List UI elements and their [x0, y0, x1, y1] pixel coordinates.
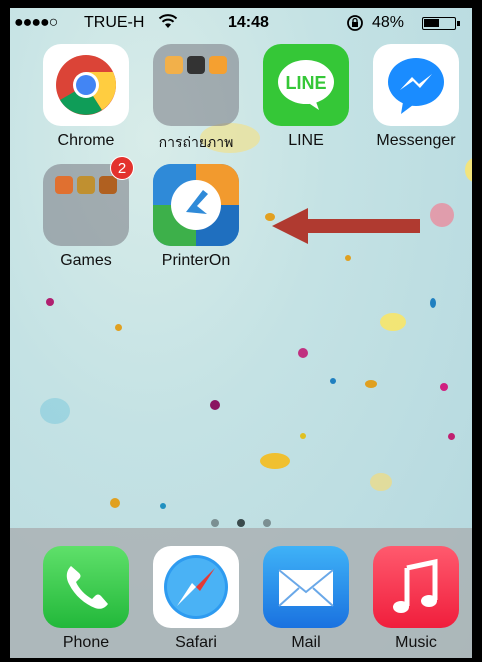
app-label: Mail: [291, 634, 321, 651]
app-label: PrinterOn: [161, 252, 231, 269]
app-label: Chrome: [57, 132, 115, 149]
mini-app-icon: [77, 176, 95, 194]
signal-strength: ●●●●○: [14, 14, 58, 31]
app-label: Safari: [175, 634, 217, 651]
phone-icon: [43, 546, 129, 628]
chrome-icon: [43, 44, 129, 126]
app-chrome[interactable]: Chrome: [36, 44, 136, 150]
app-line[interactable]: LINE LINE: [256, 44, 356, 150]
wifi-icon: [158, 12, 178, 35]
printeron-icon: [153, 164, 239, 246]
device-frame: ●●●●○ TRUE-H 14:48 48% Chrome การถ่ายภาพ…: [0, 0, 482, 662]
page-dot-active[interactable]: [237, 519, 245, 527]
line-logo-text: LINE: [285, 73, 326, 93]
home-screen: ●●●●○ TRUE-H 14:48 48% Chrome การถ่ายภาพ…: [10, 8, 472, 658]
battery-icon: [422, 17, 460, 30]
app-label: Games: [60, 252, 112, 269]
mini-app-icon: [187, 56, 205, 74]
folder-games[interactable]: 2 Games: [36, 156, 136, 270]
music-icon: [373, 546, 459, 628]
app-mail[interactable]: Mail: [256, 546, 356, 652]
mini-app-icon: [165, 56, 183, 74]
app-safari[interactable]: Safari: [146, 546, 246, 652]
status-bar: ●●●●○ TRUE-H 14:48 48%: [10, 8, 472, 38]
app-messenger[interactable]: Messenger: [366, 44, 466, 150]
app-label: การถ่ายภาพ: [158, 134, 234, 150]
app-label: Music: [395, 634, 437, 651]
messenger-icon: [373, 44, 459, 126]
app-label: Phone: [62, 634, 110, 651]
app-music[interactable]: Music: [366, 546, 466, 652]
folder-icon: [153, 44, 239, 126]
mini-app-icon: [55, 176, 73, 194]
mail-icon: [263, 546, 349, 628]
dock: Phone Safari Mail Music: [10, 528, 472, 658]
app-printeron[interactable]: PrinterOn: [146, 164, 246, 270]
clock: 14:48: [228, 14, 269, 31]
safari-icon: [153, 546, 239, 628]
page-dot[interactable]: [263, 519, 271, 527]
app-phone[interactable]: Phone: [36, 546, 136, 652]
line-icon: LINE: [263, 44, 349, 126]
folder-photography[interactable]: การถ่ายภาพ: [146, 44, 246, 154]
pointer-arrow: [272, 208, 420, 244]
page-dot[interactable]: [211, 519, 219, 527]
notification-badge: 2: [110, 156, 134, 180]
battery-percent: 48%: [372, 14, 405, 31]
rotation-lock-icon: [346, 14, 364, 37]
mini-app-icon: [209, 56, 227, 74]
app-label: Messenger: [376, 132, 456, 149]
carrier-name: TRUE-H: [84, 14, 145, 31]
app-label: LINE: [288, 132, 324, 149]
mini-app-icon: [99, 176, 117, 194]
